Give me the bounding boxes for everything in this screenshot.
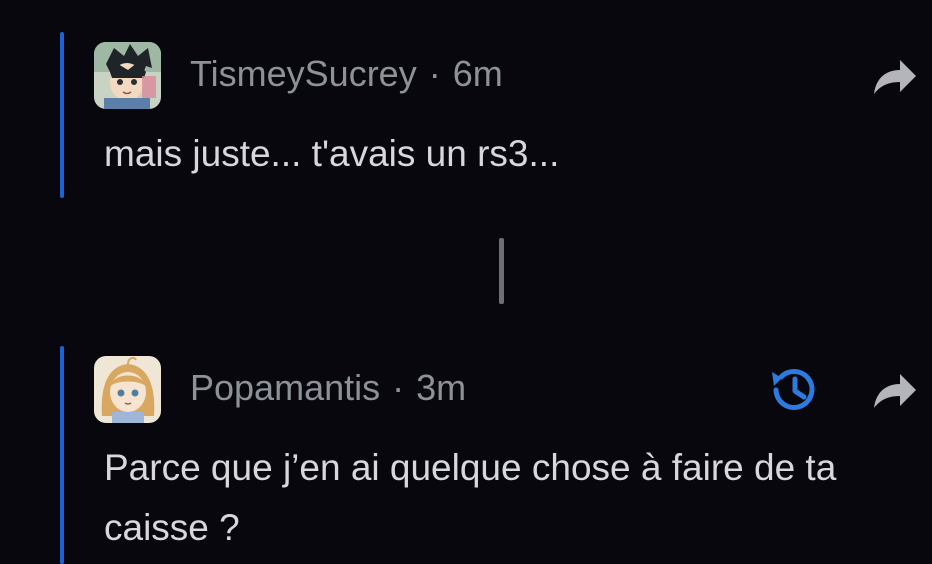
history-icon[interactable]: [764, 360, 824, 420]
timestamp: 6m: [452, 53, 503, 94]
meta-separator: ·: [428, 53, 441, 94]
comment-thread: TismeySucrey · 6m mais juste... t'avais un…: [0, 0, 932, 564]
meta-separator: ·: [392, 367, 405, 408]
thread-indicator-bar[interactable]: [60, 346, 64, 564]
thread-indicator-bar[interactable]: [60, 32, 64, 198]
comment-meta: Popamantis · 3m: [190, 366, 466, 410]
comment: Popamantis · 3m Parce que j’en ai quelque …: [0, 346, 932, 564]
comment-meta: TismeySucrey · 6m: [190, 52, 503, 96]
username[interactable]: TismeySucrey: [190, 53, 417, 94]
comment: TismeySucrey · 6m mais juste... t'avais un…: [0, 32, 932, 200]
thread-separator: [499, 238, 504, 304]
reply-icon[interactable]: [870, 368, 918, 416]
anime-girl-avatar-icon: [94, 356, 161, 423]
anime-boy-avatar-icon: [94, 42, 161, 109]
comment-text: Parce que j’en ai quelque chose à faire …: [104, 447, 837, 548]
avatar[interactable]: [94, 356, 161, 423]
avatar[interactable]: [94, 42, 161, 109]
username[interactable]: Popamantis: [190, 367, 380, 408]
reply-icon[interactable]: [870, 54, 918, 102]
comment-text: mais juste... t'avais un rs3...: [104, 133, 560, 174]
timestamp: 3m: [416, 367, 467, 408]
